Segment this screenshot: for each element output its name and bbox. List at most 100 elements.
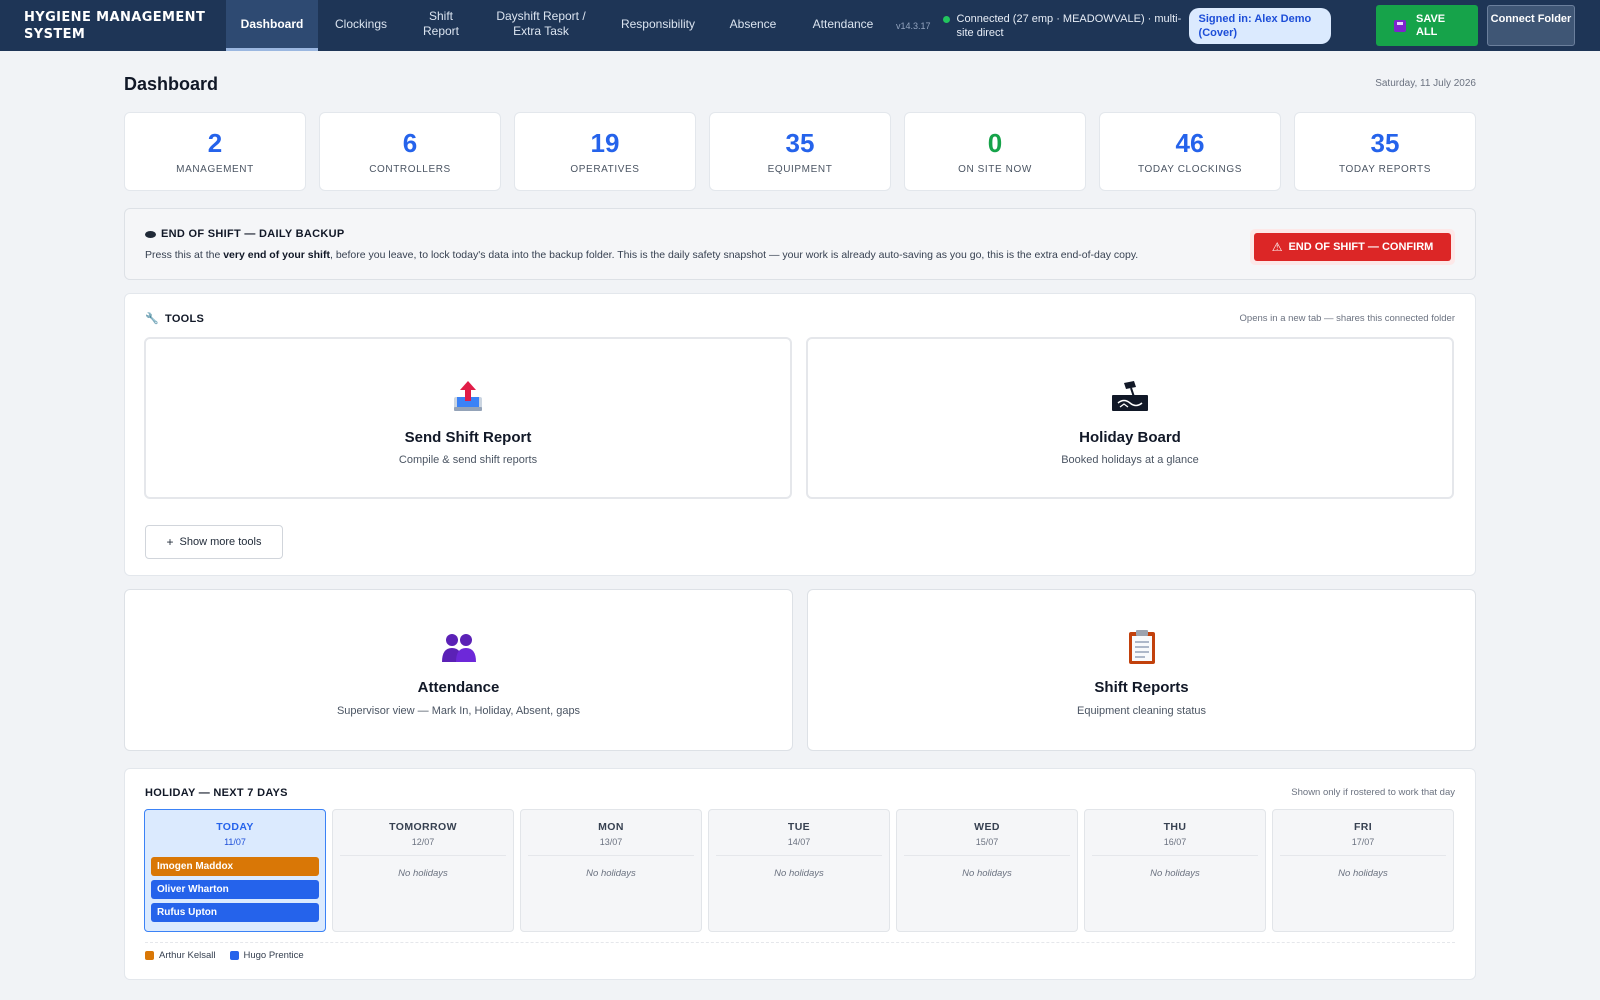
day-name: TODAY xyxy=(216,821,254,833)
stat-value: 0 xyxy=(987,128,1003,158)
no-holidays-text: No holidays xyxy=(586,868,636,879)
stats-row: 2 MANAGEMENT 6 CONTROLLERS 19 OPERATIVES… xyxy=(124,112,1476,191)
day-name: THU xyxy=(1163,821,1187,833)
end-of-shift-button-wrap: ⚠ END OF SHIFT — CONFIRM xyxy=(1250,229,1455,265)
end-of-shift-confirm-button[interactable]: ⚠ END OF SHIFT — CONFIRM xyxy=(1254,233,1451,261)
tab-dayshift-report[interactable]: Dayshift Report / Extra Task xyxy=(478,0,604,51)
day-date: 17/07 xyxy=(1351,837,1375,847)
stat-value: 19 xyxy=(590,128,620,158)
end-of-shift-title: END OF SHIFT — DAILY BACKUP xyxy=(145,228,345,240)
day-column-tomorrow[interactable]: TOMORROW 12/07 No holidays xyxy=(332,809,514,932)
holiday-title: HOLIDAY — NEXT 7 DAYS xyxy=(145,787,288,799)
eos-text-after: , before you leave, to lock today's data… xyxy=(329,249,1139,261)
tab-shift-report[interactable]: Shift Report xyxy=(404,0,478,51)
legend-label: Arthur Kelsall xyxy=(159,950,216,961)
tool-name: Send Shift Report xyxy=(404,429,532,446)
day-column-thu[interactable]: THU 16/07 No holidays xyxy=(1084,809,1266,932)
day-divider xyxy=(1280,855,1446,856)
holiday-chip[interactable]: Rufus Upton xyxy=(151,903,319,922)
connection-status: Connected (27 emp · MEADOWVALE) · multi-… xyxy=(942,0,1187,51)
nav-tabs: Dashboard Clockings Shift Report Dayshif… xyxy=(226,0,892,51)
day-divider xyxy=(340,855,506,856)
stat-card-operatives[interactable]: 19 OPERATIVES xyxy=(514,112,696,191)
tool-card-holiday-board[interactable]: Holiday Board Booked holidays at a glanc… xyxy=(806,337,1454,499)
page-date: Saturday, 11 July 2026 xyxy=(1375,78,1476,89)
day-date: 16/07 xyxy=(1163,837,1187,847)
main-content: Dashboard Saturday, 11 July 2026 2 MANAG… xyxy=(124,51,1476,980)
day-name: FRI xyxy=(1353,821,1373,833)
end-of-shift-panel: END OF SHIFT — DAILY BACKUP Press this a… xyxy=(124,208,1476,280)
connection-text: Connected (27 emp · MEADOWVALE) · multi-… xyxy=(956,13,1182,39)
tab-clockings[interactable]: Clockings xyxy=(318,0,404,51)
no-holidays-text: No holidays xyxy=(962,868,1012,879)
day-divider xyxy=(528,855,694,856)
day-column-tue[interactable]: TUE 14/07 No holidays xyxy=(708,809,890,932)
holiday-chip[interactable]: Oliver Wharton xyxy=(151,880,319,899)
stat-card-equipment[interactable]: 35 EQUIPMENT xyxy=(709,112,891,191)
day-column-today[interactable]: TODAY 11/07 Imogen Maddox Oliver Wharton… xyxy=(144,809,326,932)
legend-divider xyxy=(145,942,1455,943)
stat-label: TODAY REPORTS xyxy=(1338,164,1432,175)
stat-label: MANAGEMENT xyxy=(176,164,254,175)
stat-label: TODAY CLOCKINGS xyxy=(1137,164,1243,175)
day-name: TOMORROW xyxy=(389,821,457,833)
signed-in-badge[interactable]: Signed in: Alex Demo (Cover) xyxy=(1188,8,1331,44)
holiday-chips: Imogen Maddox Oliver Wharton Rufus Upton xyxy=(151,857,319,922)
quick-card-description: Supervisor view — Mark In, Holiday, Abse… xyxy=(336,705,581,717)
stat-value: 46 xyxy=(1175,128,1205,158)
no-holidays-text: No holidays xyxy=(398,868,448,879)
page-title: Dashboard xyxy=(124,74,219,94)
day-name: WED xyxy=(974,821,1000,833)
stat-card-on-site-now[interactable]: 0 ON SITE NOW xyxy=(904,112,1086,191)
quick-card-name: Shift Reports xyxy=(1094,679,1189,696)
day-date: 14/07 xyxy=(787,837,811,847)
day-divider xyxy=(716,855,882,856)
tab-responsibility[interactable]: Responsibility xyxy=(604,0,712,51)
page-header: Dashboard Saturday, 11 July 2026 xyxy=(124,51,1476,112)
quick-card-shift-reports[interactable]: Shift Reports Equipment cleaning status xyxy=(807,589,1476,751)
tab-absence[interactable]: Absence xyxy=(712,0,794,51)
stat-card-controllers[interactable]: 6 CONTROLLERS xyxy=(319,112,501,191)
day-name: MON xyxy=(598,821,624,833)
tools-title-text: TOOLS xyxy=(165,312,205,325)
no-holidays-text: No holidays xyxy=(1150,868,1200,879)
status-dot-icon xyxy=(942,15,950,23)
holiday-days: TODAY 11/07 Imogen Maddox Oliver Wharton… xyxy=(144,809,1454,932)
holiday-chip[interactable]: Imogen Maddox xyxy=(151,857,319,876)
tool-card-send-shift-report[interactable]: Send Shift Report Compile & send shift r… xyxy=(144,337,792,499)
day-date: 11/07 xyxy=(224,837,246,847)
legend-swatch xyxy=(145,951,154,960)
stat-value: 6 xyxy=(402,128,418,158)
stat-card-today-reports[interactable]: 35 TODAY REPORTS xyxy=(1294,112,1476,191)
stat-value: 35 xyxy=(785,128,815,158)
holiday-legend: Arthur Kelsall Hugo Prentice xyxy=(145,950,304,961)
quick-card-description: Equipment cleaning status xyxy=(1076,705,1207,717)
holiday-board-icon xyxy=(1112,381,1148,411)
tool-description: Booked holidays at a glance xyxy=(1061,454,1199,466)
eos-text-before: Press this at the xyxy=(145,249,224,261)
day-column-mon[interactable]: MON 13/07 No holidays xyxy=(520,809,702,932)
clipboard-icon xyxy=(1128,630,1155,664)
legend-label: Hugo Prentice xyxy=(243,950,304,961)
top-navigation-bar: HYGIENE MANAGEMENT SYSTEM Dashboard Cloc… xyxy=(0,0,1600,51)
quick-links-row: Attendance Supervisor view — Mark In, Ho… xyxy=(124,589,1476,751)
day-name: TUE xyxy=(787,821,811,833)
day-date: 13/07 xyxy=(599,837,623,847)
stat-value: 2 xyxy=(207,128,223,158)
day-column-wed[interactable]: WED 15/07 No holidays xyxy=(896,809,1078,932)
save-all-button[interactable]: SAVE ALL xyxy=(1376,5,1478,46)
stat-card-management[interactable]: 2 MANAGEMENT xyxy=(124,112,306,191)
legend-item: Arthur Kelsall xyxy=(145,950,216,961)
quick-card-attendance[interactable]: Attendance Supervisor view — Mark In, Ho… xyxy=(124,589,793,751)
no-holidays-text: No holidays xyxy=(1338,868,1388,879)
tab-attendance[interactable]: Attendance xyxy=(794,0,892,51)
day-column-fri[interactable]: FRI 17/07 No holidays xyxy=(1272,809,1454,932)
stat-value: 35 xyxy=(1370,128,1400,158)
show-more-tools-button[interactable]: + Show more tools xyxy=(145,525,283,559)
stat-card-today-clockings[interactable]: 46 TODAY CLOCKINGS xyxy=(1099,112,1281,191)
tools-note: Opens in a new tab — shares this connect… xyxy=(1239,313,1455,324)
connect-folder-button[interactable]: Connect Folder xyxy=(1487,5,1575,46)
plus-icon: + xyxy=(166,535,174,549)
tab-dashboard[interactable]: Dashboard xyxy=(226,0,318,51)
day-date: 12/07 xyxy=(411,837,435,847)
